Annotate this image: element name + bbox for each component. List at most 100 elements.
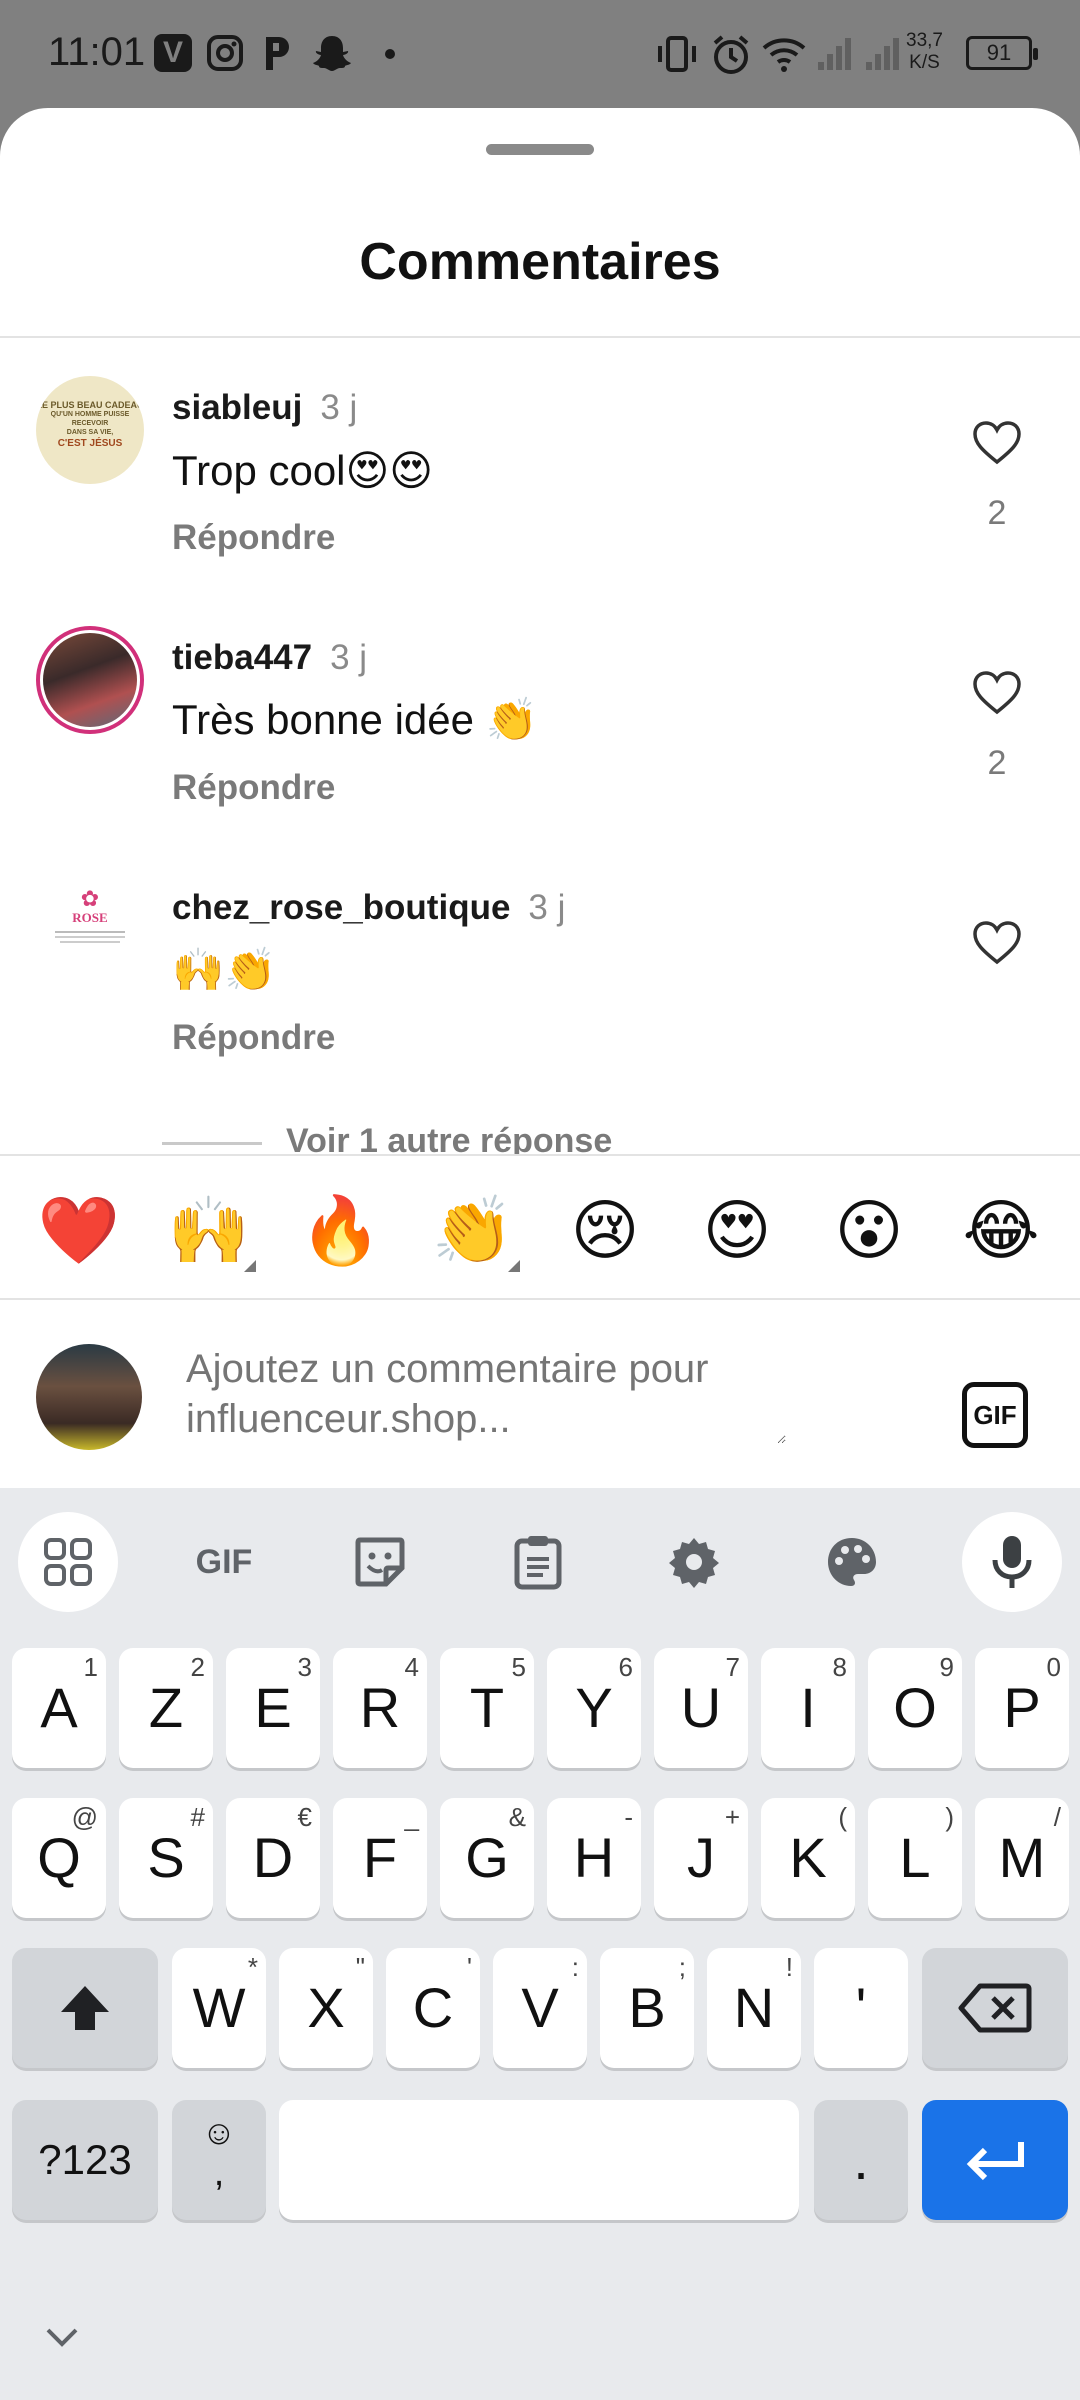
comment-time: 3 j xyxy=(320,388,358,427)
avatar[interactable] xyxy=(36,626,144,734)
avatar[interactable]: ✿ ROSE xyxy=(36,876,144,984)
key-label: H xyxy=(573,1826,615,1889)
key-hint: 0 xyxy=(1046,1652,1061,1682)
key-label: L xyxy=(899,1826,931,1889)
heart-icon[interactable] xyxy=(972,920,1022,966)
reply-button[interactable]: Répondre xyxy=(172,518,335,558)
chevron-down-icon[interactable] xyxy=(44,2326,80,2350)
gif-button[interactable]: GIF xyxy=(962,1382,1028,1448)
emoji-clap-glyph: 👏 xyxy=(431,1193,515,1267)
like-count: 2 xyxy=(987,494,1007,532)
comment-username[interactable]: chez_rose_boutique 3 j xyxy=(172,888,565,928)
key-q[interactable]: Q @ xyxy=(12,1798,106,1918)
drag-handle[interactable] xyxy=(486,144,594,155)
apps-grid-icon[interactable] xyxy=(18,1512,118,1612)
avatar-text: DANS SA VIE, xyxy=(66,429,114,436)
key-hint: : xyxy=(571,1952,579,1982)
key-m[interactable]: M / xyxy=(975,1798,1069,1918)
key-g[interactable]: G & xyxy=(440,1798,534,1918)
palette-icon[interactable] xyxy=(802,1512,902,1612)
key-z[interactable]: Z2 xyxy=(119,1648,213,1768)
key-h[interactable]: H- xyxy=(547,1798,641,1918)
key-r[interactable]: R4 xyxy=(333,1648,427,1768)
symbols-key[interactable]: ?123 xyxy=(12,2100,158,2220)
signal-icon-2 xyxy=(866,38,899,70)
username[interactable]: siableuj xyxy=(172,388,302,427)
emoji-key[interactable]: ☺ , xyxy=(172,2100,266,2220)
username[interactable]: tieba447 xyxy=(172,638,312,677)
key-hint: ' xyxy=(467,1952,472,1982)
key-d[interactable]: D € xyxy=(226,1798,320,1918)
emoji-cry-button[interactable]: 😢 xyxy=(560,1188,650,1272)
net-speed-unit: K/S xyxy=(909,52,940,73)
key-label: C xyxy=(412,1976,454,2039)
key-i[interactable]: I8 xyxy=(761,1648,855,1768)
key-n[interactable]: N! xyxy=(707,1948,801,2068)
enter-key[interactable] xyxy=(922,2100,1068,2220)
shift-key[interactable] xyxy=(12,1948,158,2068)
key-y[interactable]: Y6 xyxy=(547,1648,641,1768)
key-label: Y xyxy=(575,1676,613,1739)
key-label: D xyxy=(252,1826,294,1889)
settings-icon[interactable] xyxy=(644,1512,744,1612)
heart-icon[interactable] xyxy=(972,420,1022,466)
key-a[interactable]: A1 xyxy=(12,1648,106,1768)
key-label: G xyxy=(465,1826,509,1889)
emoji-surprised-button[interactable]: 😮 xyxy=(824,1188,914,1272)
key-b[interactable]: B; xyxy=(600,1948,694,2068)
snapchat-icon xyxy=(313,36,351,71)
key-label: T xyxy=(469,1676,505,1739)
key-t[interactable]: T5 xyxy=(440,1648,534,1768)
status-bar: 11:01 V 33,7 K/S 91 xyxy=(0,0,1080,108)
emoji-fire-button[interactable]: 🔥 xyxy=(296,1188,386,1272)
emoji-heart-eyes-button[interactable]: 😍 xyxy=(692,1188,782,1272)
key-w[interactable]: W * xyxy=(172,1948,266,2068)
skin-tone-indicator xyxy=(244,1260,256,1272)
key-apostrophe[interactable]: '? xyxy=(814,1948,908,2068)
heart-icon[interactable] xyxy=(972,670,1022,716)
sheet-title: Commentaires xyxy=(359,233,721,291)
key-s[interactable]: S # xyxy=(119,1798,213,1918)
comment-item: ✿ ROSE chez_rose_boutique 3 j 🙌👏 Répondre xyxy=(0,876,1080,1106)
emoji-raised-hands-button[interactable]: 🙌 xyxy=(164,1188,256,1272)
backspace-key[interactable] xyxy=(922,1948,1068,2068)
emoji-heart-button[interactable]: ❤️ xyxy=(34,1188,124,1272)
key-o[interactable]: O9 xyxy=(868,1648,962,1768)
comment-username[interactable]: tieba447 3 j xyxy=(172,638,367,678)
key-l[interactable]: L) xyxy=(868,1798,962,1918)
reply-button[interactable]: Répondre xyxy=(172,768,335,808)
key-u[interactable]: U7 xyxy=(654,1648,748,1768)
space-bar[interactable] xyxy=(279,2100,799,2220)
avatar-line xyxy=(55,931,125,933)
key-label: I xyxy=(800,1676,816,1739)
microphone-icon[interactable] xyxy=(962,1512,1062,1612)
gif-icon[interactable]: GIF xyxy=(174,1512,274,1612)
avatar-text: QU'UN HOMME PUISSE RECEVOIR xyxy=(50,411,130,427)
comment-text: 🙌👏 xyxy=(172,946,277,993)
key-c[interactable]: C ' xyxy=(386,1948,480,2068)
instagram-icon xyxy=(207,35,243,71)
key-e[interactable]: E3 xyxy=(226,1648,320,1768)
username[interactable]: chez_rose_boutique xyxy=(172,888,510,927)
comment-input[interactable] xyxy=(186,1344,786,1444)
sticker-icon[interactable] xyxy=(330,1512,430,1612)
smiley-icon: ☺ xyxy=(201,2114,237,2152)
comment-username[interactable]: siableuj 3 j xyxy=(172,388,357,428)
key-x[interactable]: X " xyxy=(279,1948,373,2068)
avatar-line xyxy=(60,941,120,943)
key-hint: _ xyxy=(404,1802,419,1832)
wifi-icon xyxy=(762,38,806,72)
period-key[interactable]: . xyxy=(814,2100,908,2220)
clipboard-icon[interactable] xyxy=(488,1512,588,1612)
key-v[interactable]: V: xyxy=(493,1948,587,2068)
avatar[interactable]: LE PLUS BEAU CADEAU QU'UN HOMME PUISSE R… xyxy=(36,376,144,484)
emoji-clap-button[interactable]: 👏 xyxy=(428,1188,520,1272)
key-j[interactable]: J + xyxy=(654,1798,748,1918)
emoji-laughing-button[interactable]: 😂 xyxy=(956,1188,1046,1272)
key-f[interactable]: F _ xyxy=(333,1798,427,1918)
current-user-avatar xyxy=(36,1344,142,1450)
key-k[interactable]: K( xyxy=(761,1798,855,1918)
key-hint: 5 xyxy=(511,1652,526,1682)
key-p[interactable]: P0 xyxy=(975,1648,1069,1768)
reply-button[interactable]: Répondre xyxy=(172,1018,335,1058)
